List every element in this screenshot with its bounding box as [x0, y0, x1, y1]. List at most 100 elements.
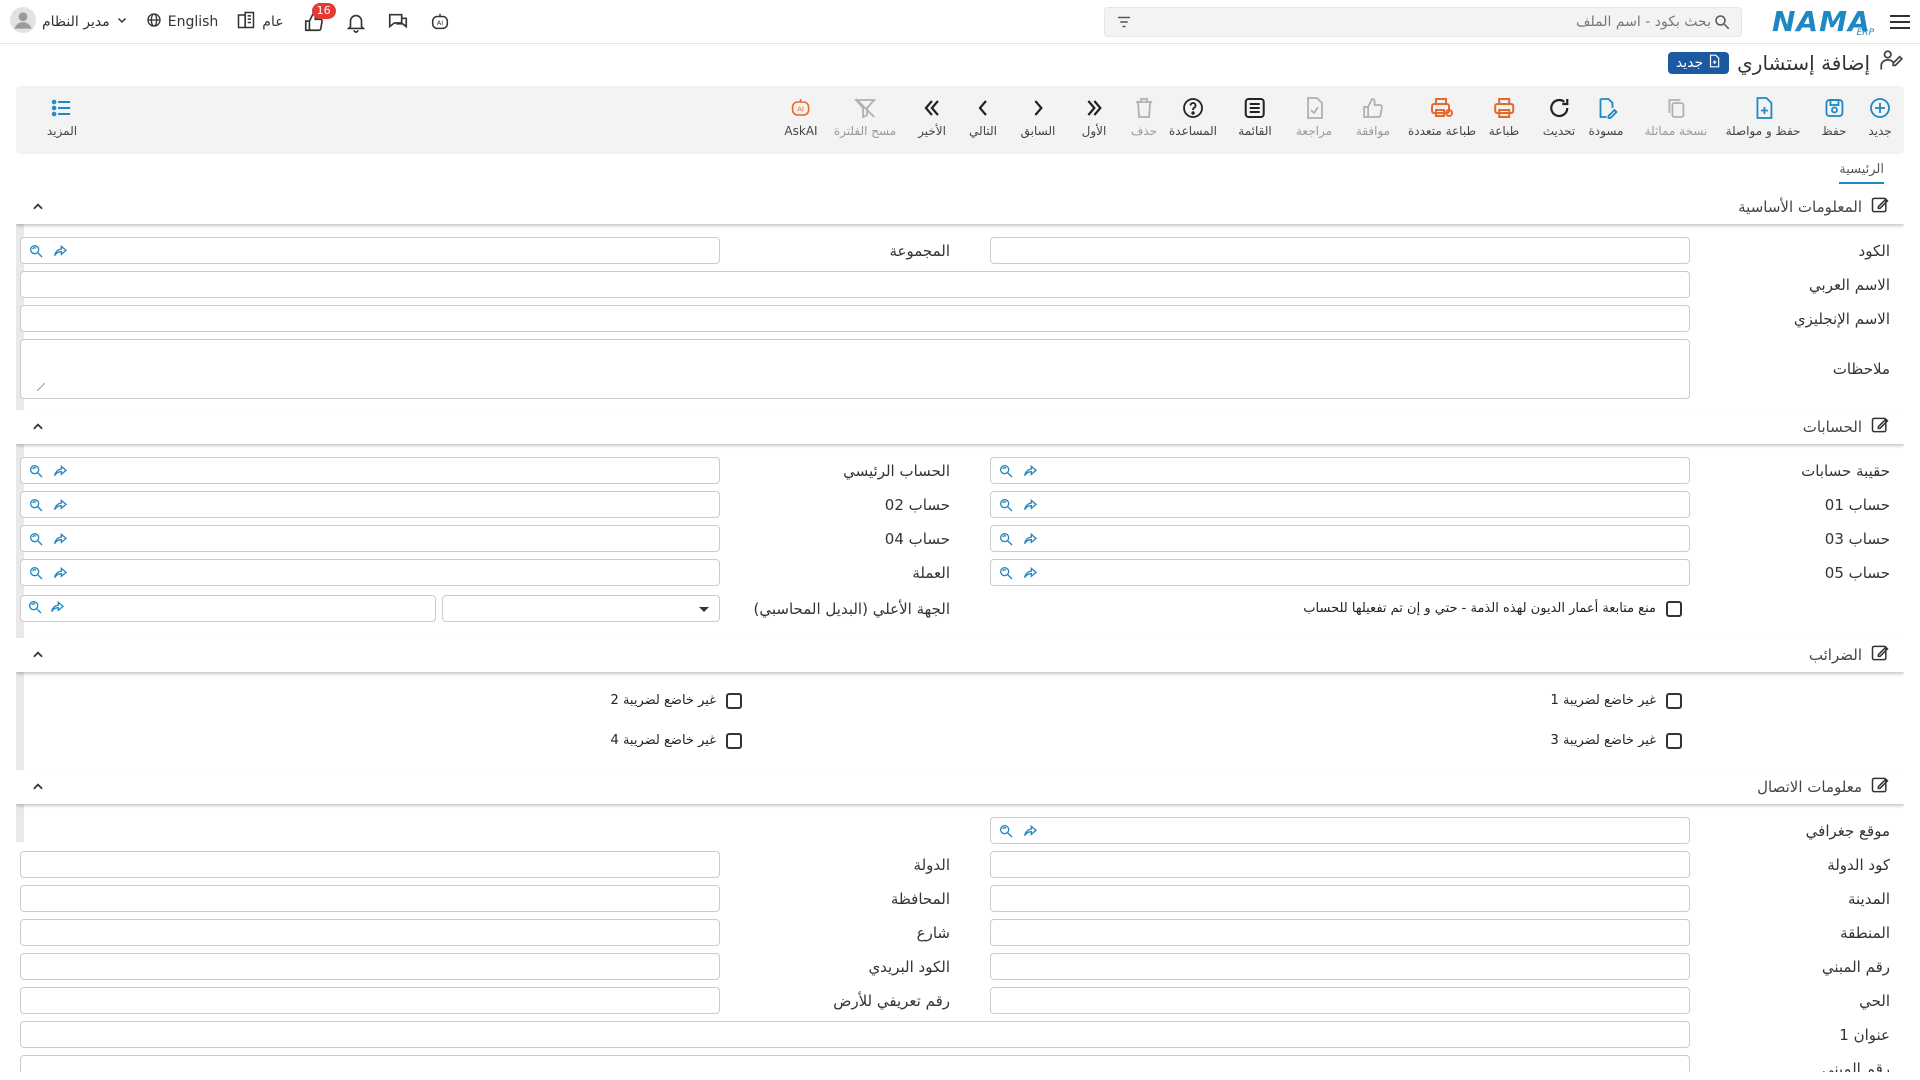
language-switch[interactable]: English — [146, 12, 218, 32]
ai-assistant-button[interactable]: AI — [428, 10, 452, 34]
messages-button[interactable] — [386, 10, 410, 34]
draft-button[interactable]: مسودة — [1589, 96, 1623, 138]
tax4-checkbox[interactable] — [726, 733, 742, 749]
share-icon[interactable] — [51, 242, 69, 260]
english-name-input[interactable] — [20, 305, 1690, 332]
review-button[interactable]: مراجعة — [1296, 96, 1332, 138]
building-no-2-input[interactable] — [20, 1055, 1690, 1072]
parent-entity-type-select[interactable] — [442, 595, 720, 622]
building-no-input[interactable] — [990, 953, 1690, 980]
share-icon[interactable] — [51, 496, 69, 514]
last-record-button[interactable]: الأخير — [918, 96, 946, 138]
tax3-checkbox[interactable] — [1666, 733, 1682, 749]
city-input[interactable] — [990, 885, 1690, 912]
approve-button[interactable]: موافقة — [1356, 96, 1390, 138]
clear-filter-button[interactable]: مسح الفلترة — [834, 96, 896, 138]
new-button[interactable]: جديد — [1868, 96, 1892, 138]
account-bag-lookup[interactable] — [990, 457, 1690, 484]
search-refresh-icon[interactable] — [997, 462, 1015, 480]
notifications-button[interactable] — [344, 10, 368, 34]
ai-icon: AI — [431, 13, 448, 30]
land-id-input[interactable] — [20, 987, 720, 1014]
filter-icon[interactable] — [1113, 11, 1135, 33]
clear-filter-icon — [854, 98, 876, 119]
list-button[interactable]: القائمة — [1238, 96, 1272, 138]
geo-location-lookup[interactable] — [990, 817, 1690, 844]
share-icon[interactable] — [1021, 530, 1039, 548]
search-refresh-icon[interactable] — [27, 242, 45, 260]
user-menu[interactable]: مدير النظام — [10, 7, 128, 37]
resize-handle-icon[interactable] — [36, 379, 46, 395]
share-icon[interactable] — [51, 462, 69, 480]
consultant-icon — [1878, 48, 1904, 78]
branch-selector[interactable]: عام — [236, 10, 284, 34]
menu-icon[interactable] — [1886, 10, 1910, 34]
address1-input[interactable] — [20, 1021, 1690, 1048]
collapse-chevron-icon[interactable] — [28, 197, 48, 217]
acc01-lookup[interactable] — [990, 491, 1690, 518]
ask-ai-button[interactable]: AI AskAI — [784, 96, 818, 138]
tab-main[interactable]: الرئيسية — [1839, 162, 1884, 184]
country-code-input[interactable] — [990, 851, 1690, 878]
search-input[interactable] — [1134, 13, 1711, 30]
collapse-chevron-icon[interactable] — [28, 417, 48, 437]
search-refresh-icon[interactable] — [27, 496, 45, 514]
refresh-button[interactable]: تحديث — [1543, 96, 1575, 138]
duplicate-button[interactable]: نسخة مماثلة — [1645, 96, 1707, 138]
delete-button[interactable]: حذف — [1131, 96, 1157, 138]
search-refresh-icon[interactable] — [997, 530, 1015, 548]
acc05-lookup[interactable] — [990, 559, 1690, 586]
acc03-lookup[interactable] — [990, 525, 1690, 552]
country-input[interactable] — [20, 851, 720, 878]
search-icon[interactable] — [1711, 11, 1733, 33]
search-refresh-icon[interactable] — [27, 599, 43, 619]
next-record-button[interactable]: التالي — [969, 96, 997, 138]
search-refresh-icon[interactable] — [27, 530, 45, 548]
arabic-name-input[interactable] — [20, 271, 1690, 298]
share-icon[interactable] — [1021, 822, 1039, 840]
save-continue-button[interactable]: حفظ و مواصلة — [1726, 96, 1800, 138]
share-icon[interactable] — [1021, 496, 1039, 514]
share-icon[interactable] — [49, 599, 65, 619]
tax2-checkbox[interactable] — [726, 693, 742, 709]
parent-entity-lookup[interactable] — [20, 595, 436, 622]
notes-textarea[interactable] — [20, 339, 1690, 399]
file-plus-icon — [1756, 97, 1772, 119]
first-record-button[interactable]: الأول — [1082, 96, 1106, 138]
share-icon[interactable] — [51, 530, 69, 548]
code-input[interactable] — [990, 237, 1690, 264]
more-button[interactable]: المزيد — [47, 96, 77, 138]
tax1-checkbox[interactable] — [1666, 693, 1682, 709]
prevent-aging-checkbox[interactable] — [1666, 601, 1682, 617]
group-lookup[interactable] — [20, 237, 720, 264]
approvals-button[interactable]: 16 — [302, 3, 336, 34]
district-input[interactable] — [990, 987, 1690, 1014]
previous-record-button[interactable]: السابق — [1021, 96, 1055, 138]
acc02-lookup[interactable] — [20, 491, 720, 518]
currency-lookup[interactable] — [20, 559, 720, 586]
street-input[interactable] — [20, 919, 720, 946]
postal-code-input[interactable] — [20, 953, 720, 980]
search-refresh-icon[interactable] — [27, 564, 45, 582]
bell-icon — [346, 14, 365, 33]
section-title: المعلومات الأساسية — [1738, 198, 1862, 216]
search-refresh-icon[interactable] — [997, 496, 1015, 514]
print-button[interactable]: طباعة — [1489, 96, 1519, 138]
action-toolbar: جديد حفظ حفظ و مواصلة نسخة مماثلة مسودة … — [16, 86, 1904, 154]
nama-logo[interactable]: NAMA ERP — [1772, 5, 1874, 38]
save-button[interactable]: حفظ — [1822, 96, 1846, 138]
search-refresh-icon[interactable] — [997, 564, 1015, 582]
share-icon[interactable] — [1021, 462, 1039, 480]
help-button[interactable]: المساعدة — [1169, 96, 1217, 138]
share-icon[interactable] — [1021, 564, 1039, 582]
search-refresh-icon[interactable] — [997, 822, 1015, 840]
share-icon[interactable] — [51, 564, 69, 582]
multi-print-button[interactable]: طباعة متعددة — [1408, 96, 1476, 138]
search-refresh-icon[interactable] — [27, 462, 45, 480]
acc04-lookup[interactable] — [20, 525, 720, 552]
main-account-lookup[interactable] — [20, 457, 720, 484]
collapse-chevron-icon[interactable] — [28, 645, 48, 665]
region-input[interactable] — [990, 919, 1690, 946]
collapse-chevron-icon[interactable] — [28, 777, 48, 797]
province-input[interactable] — [20, 885, 720, 912]
